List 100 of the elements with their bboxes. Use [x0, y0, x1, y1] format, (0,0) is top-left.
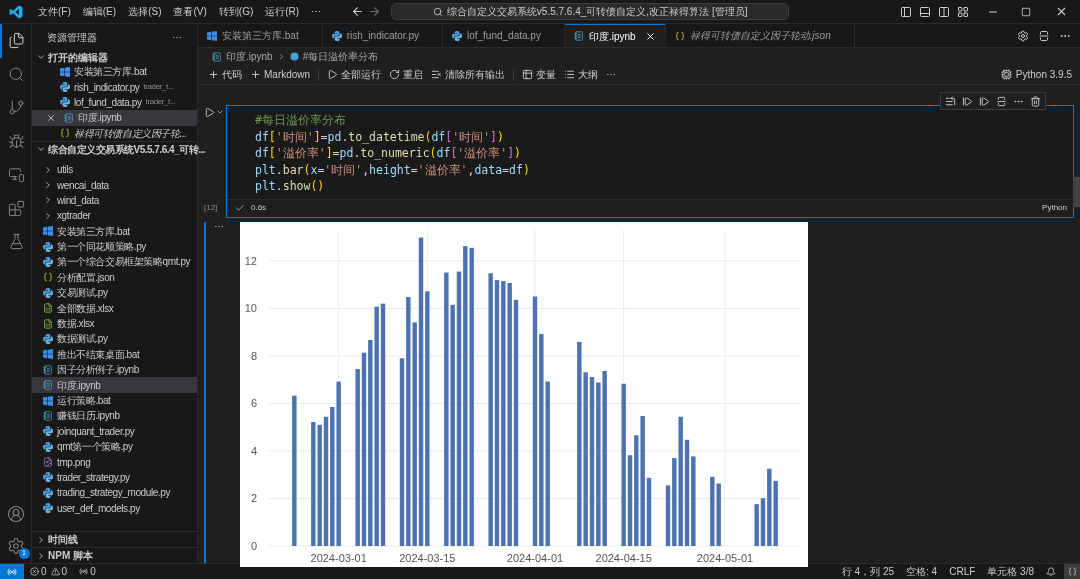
- menu-item[interactable]: 查看(V): [167, 0, 213, 23]
- kernel-icon: [1000, 69, 1012, 80]
- toolbar-button[interactable]: 代码: [204, 65, 246, 84]
- file-item[interactable]: 第一个综合交易框架策略qmt.py: [32, 254, 197, 270]
- layout-icon[interactable]: [957, 5, 969, 18]
- menu-item[interactable]: 转到(G): [212, 0, 260, 23]
- breadcrumb-item[interactable]: 印度.ipynb: [226, 49, 273, 64]
- close-icon[interactable]: [1055, 5, 1068, 18]
- debug-icon: [8, 132, 25, 150]
- file-item[interactable]: 数据测试.py: [32, 331, 197, 347]
- bell-icon[interactable]: [1046, 566, 1056, 577]
- delete-icon[interactable]: [1030, 95, 1041, 107]
- tab-label: 印度.ipynb: [588, 29, 636, 44]
- command-center[interactable]: 综合自定义交易系统v5.5.7.6.4_可转债自定义,改正禄得算法 [管理员]: [391, 3, 790, 20]
- output-more[interactable]: ⋯: [206, 221, 240, 563]
- split-cell-icon[interactable]: [996, 95, 1007, 107]
- toolbar-button[interactable]: ⋯: [602, 65, 621, 84]
- close-icon[interactable]: [644, 30, 656, 42]
- file-name: utils: [57, 163, 73, 178]
- kernel-picker[interactable]: Python 3.9.5: [1000, 67, 1072, 82]
- run-below-icon[interactable]: [979, 95, 990, 107]
- cell-index[interactable]: 单元格 3/8: [987, 564, 1034, 579]
- code-editor[interactable]: #每日溢价率分布 df['时间']=pd.to_datetime(df['时间']) df['溢价率']=pd.to_numeric(df['溢价率']) plt.bar(x='时间',height='溢价率',data=df) plt.show(): [227, 106, 1073, 200]
- split-editor-icon[interactable]: [1038, 29, 1050, 42]
- scrollbar-thumb[interactable]: [1073, 177, 1080, 207]
- file-item[interactable]: utils: [32, 161, 197, 178]
- menu-item[interactable]: ⋯: [305, 0, 328, 23]
- editor-tab[interactable]: rish_indicator.py: [322, 24, 443, 47]
- problem-count[interactable]: 0: [41, 564, 47, 579]
- file-item[interactable]: qmt第一个策略.py: [32, 439, 197, 455]
- file-item[interactable]: 因子分析例子.ipynb: [32, 362, 197, 378]
- toolbar-button[interactable]: 大纲: [560, 65, 603, 84]
- back-arrow-icon[interactable]: [351, 5, 365, 18]
- command-center-text: 综合自定义交易系统v5.5.7.6.4_可转债自定义,改正禄得算法 [管理员]: [446, 5, 748, 19]
- file-item[interactable]: rish_indicator.py trader_t...: [32, 79, 197, 95]
- forward-arrow-icon[interactable]: [368, 5, 382, 18]
- section-header[interactable]: 打开的编辑器: [32, 50, 197, 64]
- file-name: 第一个同花顺策略.py: [57, 240, 146, 255]
- panel-left-icon[interactable]: [900, 5, 912, 18]
- file-item[interactable]: wind_data: [32, 192, 197, 209]
- file-item[interactable]: 第一个同花顺策略.py: [32, 238, 197, 255]
- remote-button[interactable]: [0, 564, 24, 579]
- indentation[interactable]: 空格: 4: [906, 564, 938, 579]
- file-item[interactable]: 安装第三方库.bat: [32, 223, 197, 239]
- editor-tab[interactable]: 安装第三方库.bat: [198, 24, 323, 47]
- run-above-icon[interactable]: [962, 95, 973, 107]
- section-title: 时间线: [48, 533, 78, 547]
- menu-item[interactable]: 文件(F): [32, 0, 77, 23]
- file-item[interactable]: 印度.ipynb: [32, 110, 197, 126]
- menu-item[interactable]: 选择(S): [122, 0, 168, 23]
- file-item[interactable]: 赚钱日历.ipynb: [32, 408, 197, 424]
- restore-icon[interactable]: [1021, 6, 1031, 17]
- file-item[interactable]: trading_strategy_module.py: [32, 485, 197, 501]
- settings-icon[interactable]: [6, 537, 25, 555]
- section-header[interactable]: 时间线: [32, 531, 197, 547]
- toolbar-button[interactable]: 全部运行: [323, 65, 386, 84]
- toolbar-button[interactable]: Markdown: [246, 65, 315, 84]
- problem-count[interactable]: 0: [61, 564, 68, 579]
- file-item[interactable]: 全部数据.xlsx: [32, 300, 197, 316]
- menu-item[interactable]: 运行(R): [259, 0, 306, 23]
- panel-bottom-icon[interactable]: [919, 5, 931, 18]
- file-item[interactable]: tmp.png: [32, 454, 197, 470]
- cell-language[interactable]: Python: [1042, 202, 1067, 214]
- editor-tab[interactable]: 禄得可转债自定义因子轮动.json: [665, 24, 855, 47]
- file-item[interactable]: xgtrader: [32, 208, 197, 224]
- toolbar-button[interactable]: 重启: [385, 65, 428, 84]
- spreadsheet-icon: [43, 318, 53, 329]
- ports-count[interactable]: 0: [90, 564, 96, 579]
- editor-tab[interactable]: lof_fund_data.py: [442, 24, 565, 47]
- file-item[interactable]: 运行策略.bat: [32, 392, 197, 409]
- file-item[interactable]: wencai_data: [32, 177, 197, 193]
- file-item[interactable]: trader_strategy.py: [32, 469, 197, 486]
- toolbar-button[interactable]: 清除所有输出: [427, 65, 510, 84]
- file-item[interactable]: 推出不结束桌面.bat: [32, 346, 197, 363]
- settings-icon[interactable]: [1017, 29, 1029, 42]
- copilot-button[interactable]: [1064, 564, 1080, 579]
- account-icon[interactable]: [6, 505, 25, 523]
- breadcrumb-item[interactable]: #每日溢价率分布: [302, 49, 379, 64]
- spreadsheet-icon: [43, 303, 53, 314]
- file-item[interactable]: 印度.ipynb: [32, 377, 197, 393]
- file-item[interactable]: 安装第三方库.bat: [32, 64, 197, 80]
- remote-icon: [7, 566, 17, 577]
- toolbar-button[interactable]: 变量: [518, 65, 561, 84]
- run-by-line-icon[interactable]: [945, 95, 956, 107]
- cursor-position[interactable]: 行 4，列 25: [841, 564, 895, 579]
- file-item[interactable]: 数据.xlsx: [32, 315, 197, 332]
- chevron-icon[interactable]: [216, 108, 224, 116]
- more-actions[interactable]: ⋯: [172, 29, 182, 45]
- file-item[interactable]: 分析配置.json: [32, 269, 197, 286]
- sidebar-title: 资源管理器: [47, 30, 97, 45]
- editor-tab[interactable]: 印度.ipynb: [564, 24, 666, 47]
- file-item[interactable]: joinquant_trader.py: [32, 423, 197, 439]
- run-cell-icon[interactable]: [204, 107, 215, 118]
- menu-item[interactable]: 编辑(E): [76, 0, 123, 23]
- file-item[interactable]: 交易测试.py: [32, 285, 197, 301]
- file-item[interactable]: 禄得可转债自定义因子轮...: [32, 125, 197, 141]
- columns-icon[interactable]: [938, 5, 950, 18]
- line-ending[interactable]: CRLF: [949, 564, 976, 579]
- file-item[interactable]: user_def_models.py: [32, 500, 197, 516]
- file-item[interactable]: lof_fund_data.py trader_t...: [32, 94, 197, 111]
